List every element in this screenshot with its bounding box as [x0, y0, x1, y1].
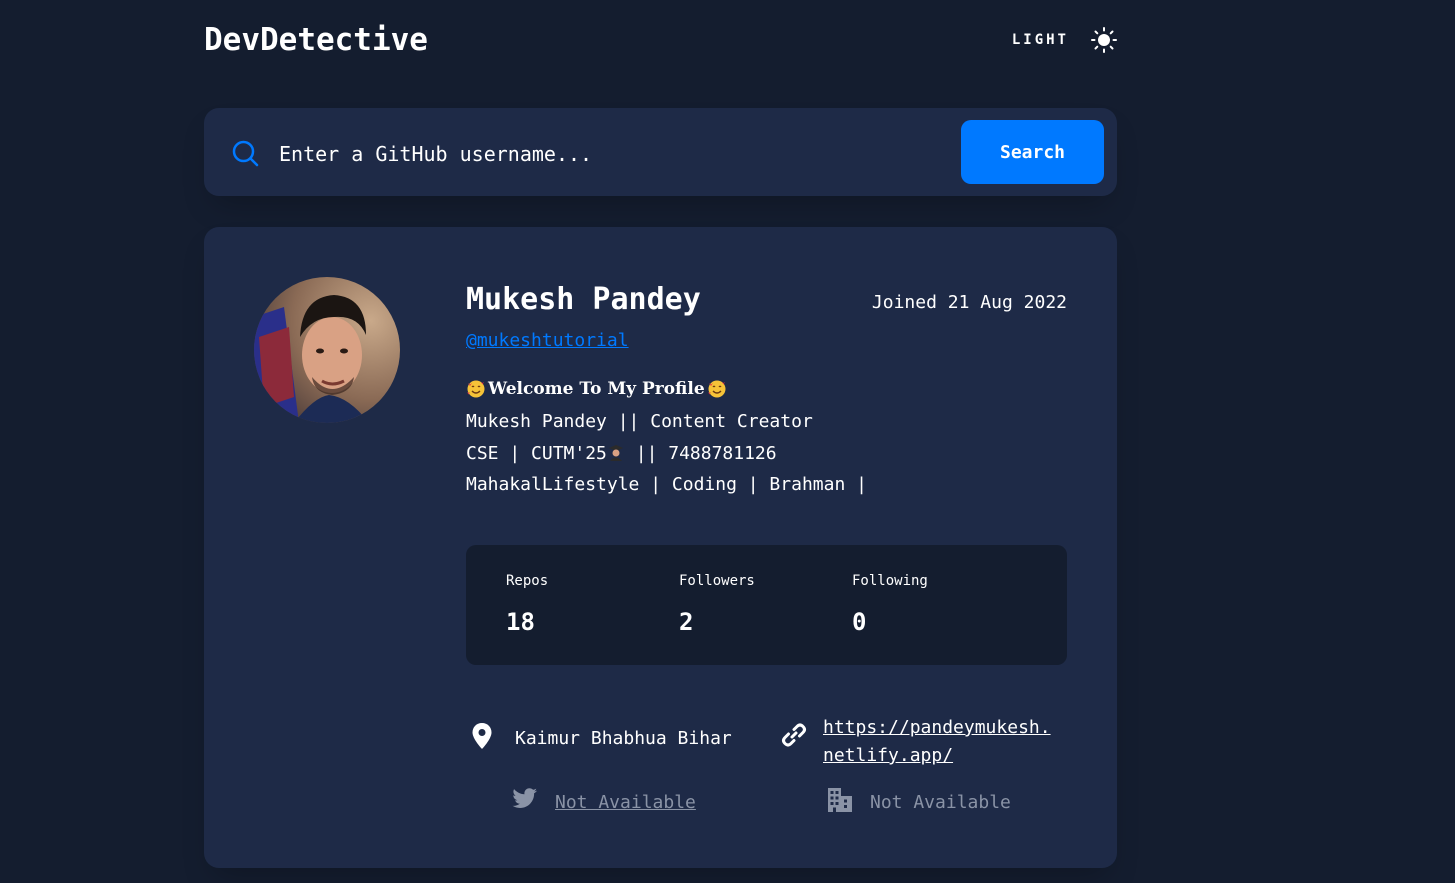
- theme-toggle-label: LIGHT: [1011, 32, 1069, 48]
- stat-following-value: 0: [852, 608, 867, 636]
- stat-repos-value: 18: [506, 608, 535, 636]
- stat-followers-label: Followers: [679, 573, 755, 589]
- sun-icon: [1091, 27, 1117, 53]
- location-text: Kaimur Bhabhua Bihar: [515, 728, 732, 749]
- bio-line-part: CSE | CUTM'25: [466, 443, 607, 464]
- stat-repos-label: Repos: [506, 573, 549, 589]
- profile-name: Mukesh Pandey: [466, 282, 701, 317]
- search-button[interactable]: Search: [961, 120, 1104, 184]
- bio-title-text: Welcome To My Profile: [488, 379, 705, 399]
- avatar: [254, 277, 400, 423]
- link-icon: [782, 723, 806, 747]
- profile-login-link[interactable]: @mukeshtutorial: [466, 330, 629, 351]
- bio-line: Mukesh Pandey || Content Creator: [466, 411, 813, 432]
- header: DevDetective LIGHT: [204, 18, 1117, 62]
- search-icon: [232, 140, 259, 167]
- bio-title: Welcome To My Profile: [466, 379, 727, 399]
- app-logo: DevDetective: [204, 22, 428, 58]
- company-text: Not Available: [870, 792, 1011, 813]
- website-link[interactable]: https://pandeymukesh. netlify.app/: [823, 714, 1051, 770]
- bio-line: CSE | CUTM'25 || 7488781126: [466, 443, 777, 464]
- graduate-emoji-icon: [608, 445, 623, 461]
- stat-followers-value: 2: [679, 608, 694, 636]
- smiling-hearts-emoji-icon: [467, 380, 485, 398]
- bio-line: MahakalLifestyle | Coding | Brahman |: [466, 474, 867, 495]
- bio-line-part: || 7488781126: [624, 443, 777, 464]
- search-input[interactable]: [279, 134, 939, 174]
- joined-date: Joined 21 Aug 2022: [871, 292, 1067, 313]
- smiling-hearts-emoji-icon: [707, 380, 726, 398]
- theme-toggle[interactable]: LIGHT: [1012, 27, 1117, 53]
- twitter-icon: [512, 788, 537, 808]
- stats-panel: [466, 545, 1067, 665]
- stat-following-label: Following: [852, 573, 928, 589]
- twitter-link[interactable]: Not Available: [555, 792, 696, 813]
- location-pin-icon: [472, 723, 492, 749]
- building-icon: [828, 788, 852, 812]
